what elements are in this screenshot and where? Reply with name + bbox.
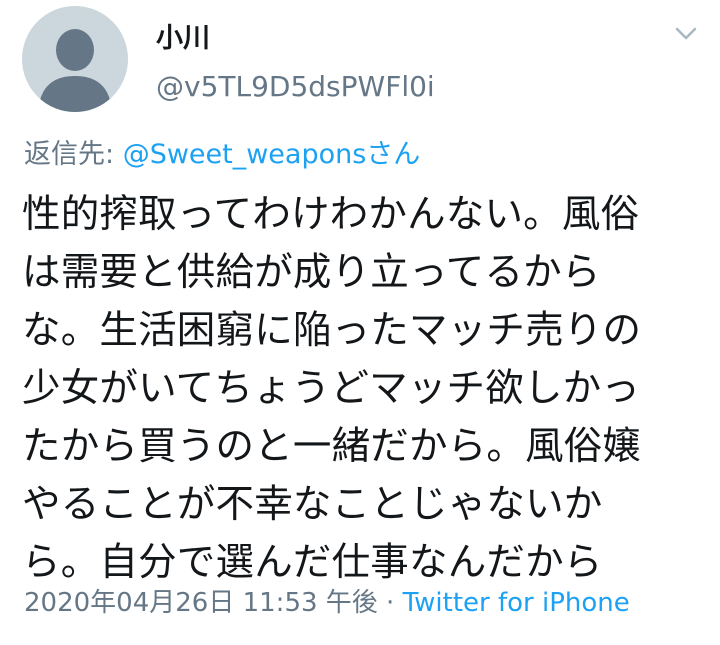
- meta-separator: ·: [377, 588, 403, 618]
- display-name[interactable]: 小川: [156, 22, 210, 56]
- tweet-meta: 2020年04月26日 11:53 午後 · Twitter for iPhon…: [24, 586, 630, 620]
- chevron-down-icon: [675, 27, 697, 40]
- avatar[interactable]: [22, 6, 128, 112]
- reply-mention-link[interactable]: @Sweet_weaponsさん: [123, 139, 421, 170]
- tweet-text: 性的搾取ってわけわかんない。風俗 は需要と供給が成り立ってるから な。生活困窮に…: [22, 192, 642, 585]
- tweet-source-link[interactable]: Twitter for iPhone: [403, 588, 630, 618]
- tweet-card: 小川 @v5TL9D5dsPWFl0i 返信先: @Sweet_weaponsさ…: [0, 0, 720, 645]
- default-avatar-icon: [22, 6, 128, 112]
- reply-context: 返信先: @Sweet_weaponsさん: [24, 138, 420, 172]
- tweet-timestamp[interactable]: 2020年04月26日 11:53 午後: [24, 588, 378, 618]
- tweet-menu-button[interactable]: [670, 22, 702, 46]
- user-handle[interactable]: @v5TL9D5dsPWFl0i: [156, 70, 435, 104]
- reply-prefix: 返信先:: [24, 139, 123, 170]
